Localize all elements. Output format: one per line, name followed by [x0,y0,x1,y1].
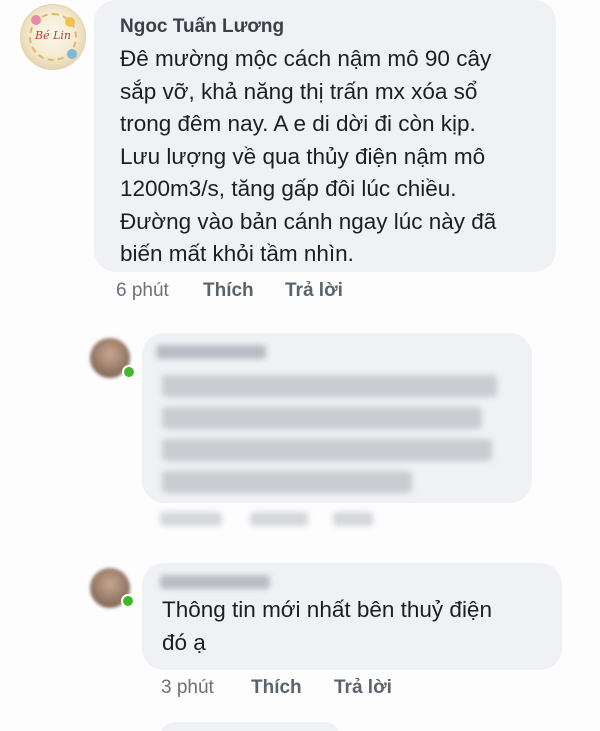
reply-link[interactable]: Trả lời [285,280,343,302]
blurred-like-link [250,512,308,526]
flower-decoration [31,15,41,25]
online-status-indicator [122,365,136,379]
comment-text: Đê mường mộc cách nậm mô 90 cây sắp vỡ, … [120,46,497,266]
comment-timestamp[interactable]: 3 phút [161,677,214,699]
comment-text: Thông tin mới nhất bên thuỷ điện đó ạ [162,597,492,655]
blurred-comment-bubble [142,333,532,503]
comment-author-name[interactable]: Ngoc Tuấn Lương [120,16,284,38]
commenter-avatar[interactable]: Bé Lin [20,4,86,70]
flower-decoration [67,49,77,59]
partial-comment-bubble [160,722,340,731]
blurred-author-name [160,575,270,589]
online-status-indicator [121,594,135,608]
flower-decoration [65,17,75,27]
blurred-comment-text [162,407,482,429]
blurred-author-name [156,345,266,359]
reply-link[interactable]: Trả lời [334,677,392,699]
avatar-logo-text: Bé Lin [35,29,71,42]
blurred-comment-text [162,471,412,493]
blurred-timestamp [160,512,222,526]
blurred-comment-text [162,439,492,461]
like-link[interactable]: Thích [203,280,254,302]
comment-thread: Bé Lin Ngoc Tuấn Lương Đê mường mộc cách… [0,0,600,731]
blurred-comment-text [162,375,497,397]
blurred-reply-link [333,512,373,526]
like-link[interactable]: Thích [251,677,302,699]
comment-timestamp[interactable]: 6 phút [116,280,169,302]
